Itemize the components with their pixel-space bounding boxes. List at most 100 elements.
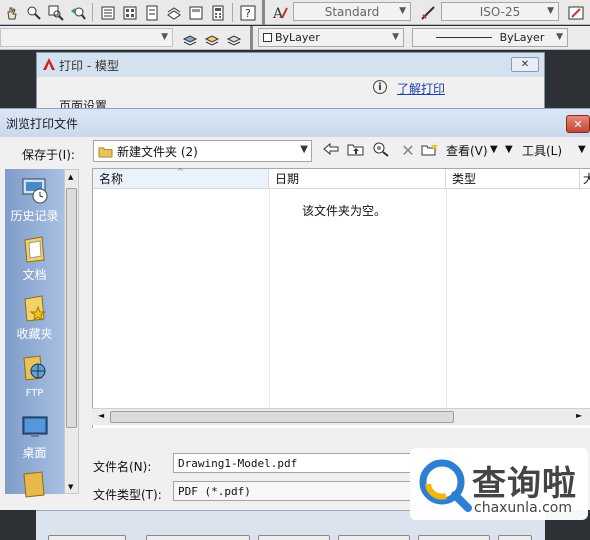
column-header-size[interactable]: 大 <box>580 169 590 189</box>
layer-manager-icon[interactable] <box>180 29 199 48</box>
chevron-down-icon: ▼ <box>505 144 513 155</box>
scroll-up-icon[interactable]: ▲ <box>68 173 73 181</box>
folder-icon <box>20 469 50 499</box>
chevron-down-icon: ▼ <box>300 144 308 155</box>
sidebar-label: FTP <box>25 388 44 399</box>
info-icon: i <box>373 80 387 94</box>
sidebar-scrollbar[interactable]: ▲ ▼ <box>64 169 79 494</box>
delete-icon[interactable]: ✕ <box>398 141 418 160</box>
filetype-select[interactable]: PDF (*.pdf) <box>173 481 433 501</box>
svg-text:?: ? <box>245 7 251 20</box>
file-list-hscrollbar[interactable]: ◄ ► <box>92 408 590 425</box>
sidebar-item-extra[interactable] <box>5 469 64 501</box>
column-header-name[interactable]: 名称 ^ <box>93 167 269 189</box>
text-style-icon[interactable]: A <box>270 3 289 22</box>
help-icon[interactable]: ? <box>238 3 257 22</box>
column-label: 类型 <box>452 172 477 186</box>
tool-palettes-icon[interactable] <box>142 3 161 22</box>
make-current-layer-icon[interactable] <box>224 29 243 48</box>
sidebar-label: 收藏夹 <box>16 327 53 341</box>
chaxunla-watermark: 查询啦 chaxunla.com <box>410 448 588 520</box>
watermark-brand: 查询啦 <box>472 464 577 504</box>
sidebar-label: 历史记录 <box>10 209 59 223</box>
search-web-icon[interactable] <box>372 141 392 159</box>
markup-icon[interactable] <box>186 3 205 22</box>
design-center-icon[interactable] <box>120 3 139 22</box>
scroll-right-icon[interactable]: ► <box>576 411 582 420</box>
color-value: ByLayer <box>275 31 320 44</box>
zoom-realtime-icon[interactable] <box>24 3 43 22</box>
layer-select[interactable]: ▼ <box>0 28 173 47</box>
sidebar-item-documents[interactable]: 文档 <box>5 234 64 283</box>
sidebar-item-history[interactable]: 历史记录 <box>5 175 64 224</box>
text-style-value: Standard <box>324 4 380 19</box>
chevron-down-icon: ▼ <box>490 144 498 155</box>
places-sidebar: 历史记录 文档 收藏夹 FTP 桌面 <box>5 169 64 498</box>
sidebar-item-favorites[interactable]: 收藏夹 <box>5 293 64 342</box>
column-header-date[interactable]: 日期 <box>269 169 446 189</box>
learn-print-link[interactable]: 了解打印 <box>397 80 445 97</box>
print-dialog-close-button[interactable]: ✕ <box>511 57 539 72</box>
svg-text:A: A <box>272 6 284 21</box>
new-folder-icon[interactable] <box>421 141 441 159</box>
browse-dialog-title: 浏览打印文件 <box>6 116 79 131</box>
zoom-window-icon[interactable] <box>46 3 65 22</box>
print-dialog-titlebar: 打印 - 模型 ✕ <box>37 53 544 77</box>
dialog-button-5[interactable] <box>418 535 490 540</box>
chevron-down-icon: ▼ <box>547 6 554 16</box>
sidebar-item-desktop[interactable]: 桌面 <box>5 412 64 461</box>
text-style-select[interactable]: Standard ▼ <box>293 2 411 21</box>
ftp-icon <box>20 353 50 383</box>
documents-icon <box>20 234 50 264</box>
column-label: 日期 <box>275 172 300 186</box>
pan-icon[interactable] <box>2 3 21 22</box>
scroll-down-icon[interactable]: ▼ <box>68 483 73 491</box>
properties-icon[interactable] <box>98 3 117 22</box>
table-style-icon[interactable] <box>566 3 585 22</box>
browse-close-button[interactable]: ✕ <box>566 115 590 133</box>
sidebar-label: 文档 <box>22 268 47 282</box>
dialog-button-6[interactable] <box>498 535 532 540</box>
current-folder-name: 新建文件夹 (2) <box>117 144 198 159</box>
sidebar-item-ftp[interactable]: FTP <box>5 353 64 399</box>
color-select[interactable]: ByLayer ▼ <box>258 28 404 47</box>
hscroll-thumb[interactable] <box>110 411 454 423</box>
view-menu-button[interactable]: 查看(V) <box>446 142 488 159</box>
column-header-type[interactable]: 类型 <box>446 169 580 189</box>
linetype-sample <box>435 37 492 38</box>
up-folder-icon[interactable] <box>347 141 367 159</box>
save-in-label: 保存于(I): <box>22 148 75 162</box>
chevron-down-icon: ▼ <box>392 32 399 42</box>
history-icon <box>20 175 50 205</box>
scroll-left-icon[interactable]: ◄ <box>98 411 104 420</box>
empty-folder-message: 该文件夹为空。 <box>302 204 387 218</box>
filename-label: 文件名(N): <box>93 460 152 474</box>
dim-style-icon[interactable] <box>418 3 437 22</box>
file-list[interactable]: 名称 ^ 日期 类型 大 该文件夹为空。 <box>92 167 590 428</box>
linetype-value: ByLayer <box>499 31 545 44</box>
dim-style-value: ISO-25 <box>479 4 521 19</box>
back-arrow-icon[interactable] <box>322 141 342 159</box>
sort-ascending-icon: ^ <box>177 167 184 176</box>
sheet-set-icon[interactable] <box>164 3 183 22</box>
linetype-select[interactable]: ByLayer ▼ <box>412 28 568 47</box>
cad-toolbar-top: ? A Standard ▼ ISO-25 ▼ <box>0 0 590 25</box>
color-swatch <box>263 33 272 42</box>
favorites-icon <box>20 293 50 323</box>
zoom-previous-icon[interactable] <box>68 3 87 22</box>
autocad-logo-icon <box>42 57 56 71</box>
tools-menu-button[interactable]: 工具(L) <box>522 142 562 159</box>
dialog-button-3[interactable] <box>258 535 330 540</box>
layer-previous-icon[interactable] <box>202 29 221 48</box>
dialog-button-4[interactable] <box>338 535 410 540</box>
sidebar-scroll-thumb[interactable] <box>66 188 77 428</box>
dialog-button-1[interactable] <box>48 535 126 540</box>
chevron-down-icon: ▼ <box>578 144 586 155</box>
dialog-button-2[interactable] <box>146 535 250 540</box>
filename-input[interactable]: Drawing1-Model.pdf <box>173 453 433 473</box>
calculator-icon[interactable] <box>208 3 227 22</box>
dim-style-select[interactable]: ISO-25 ▼ <box>441 2 559 21</box>
chevron-down-icon: ▼ <box>556 32 563 42</box>
save-in-select[interactable]: 新建文件夹 (2) ▼ <box>93 140 312 162</box>
column-label: 大 <box>583 170 590 187</box>
